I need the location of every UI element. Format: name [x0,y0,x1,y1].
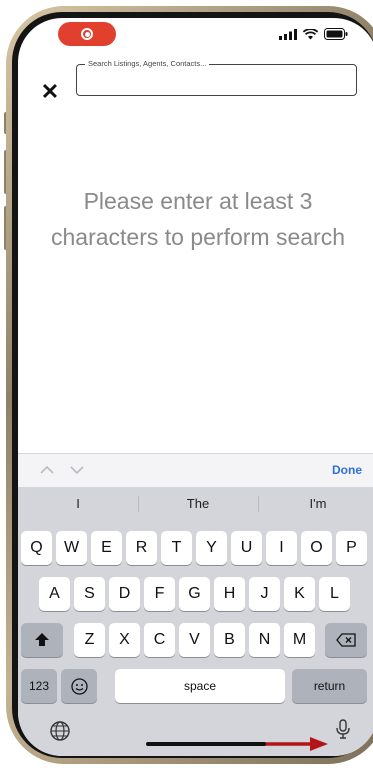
emoji-icon [70,677,88,695]
key-q[interactable]: Q [21,531,52,565]
key-y[interactable]: Y [196,531,227,565]
delete-key[interactable] [325,623,367,657]
home-indicator[interactable] [146,742,266,746]
key-c[interactable]: C [144,623,175,657]
key-r[interactable]: R [126,531,157,565]
key-j[interactable]: J [249,577,280,611]
key-v[interactable]: V [179,623,210,657]
key-p[interactable]: P [336,531,367,565]
key-b[interactable]: B [214,623,245,657]
empty-state-message: Please enter at least 3 characters to pe… [50,188,345,250]
key-u[interactable]: U [231,531,262,565]
key-n[interactable]: N [249,623,280,657]
keyboard: I The I'm Q W E R T Y U I O P A S D F G … [18,487,373,756]
globe-icon[interactable] [48,719,72,743]
space-key[interactable]: space [115,669,285,703]
numbers-key[interactable]: 123 [21,669,57,703]
key-h[interactable]: H [214,577,245,611]
suggestion-item[interactable]: The [138,487,258,521]
key-d[interactable]: D [109,577,140,611]
phone-screen: ✕ Search Listings, Agents, Contacts... P… [18,18,373,756]
chevron-down-icon[interactable] [70,463,84,477]
predictive-suggestions: I The I'm [18,487,373,521]
microphone-icon[interactable] [331,717,355,741]
key-i[interactable]: I [266,531,297,565]
screen-recording-indicator[interactable] [58,22,116,46]
key-x[interactable]: X [109,623,140,657]
keyboard-accessory-bar: Done [18,453,373,487]
key-w[interactable]: W [56,531,87,565]
key-o[interactable]: O [301,531,332,565]
key-k[interactable]: K [284,577,315,611]
key-e[interactable]: E [91,531,122,565]
status-bar [18,18,373,58]
cellular-signal-icon [279,28,297,40]
key-z[interactable]: Z [74,623,105,657]
return-key[interactable]: return [292,669,367,703]
suggestion-item[interactable]: I [18,487,138,521]
shift-icon [35,633,49,646]
key-l[interactable]: L [319,577,350,611]
key-t[interactable]: T [161,531,192,565]
key-s[interactable]: S [74,577,105,611]
close-button[interactable]: ✕ [38,80,62,104]
key-a[interactable]: A [39,577,70,611]
emoji-key[interactable] [61,669,97,703]
key-f[interactable]: F [144,577,175,611]
backspace-icon [336,633,356,647]
wifi-icon [303,28,318,39]
search-input[interactable]: Search Listings, Agents, Contacts... [76,59,357,96]
chevron-up-icon[interactable] [40,463,54,477]
shift-key[interactable] [21,623,63,657]
record-icon [81,28,93,40]
key-m[interactable]: M [284,623,315,657]
search-placeholder: Search Listings, Agents, Contacts... [85,59,210,68]
battery-icon [324,28,348,40]
suggestion-item[interactable]: I'm [258,487,373,521]
key-g[interactable]: G [179,577,210,611]
done-button[interactable]: Done [332,463,362,477]
status-icons [279,28,348,40]
